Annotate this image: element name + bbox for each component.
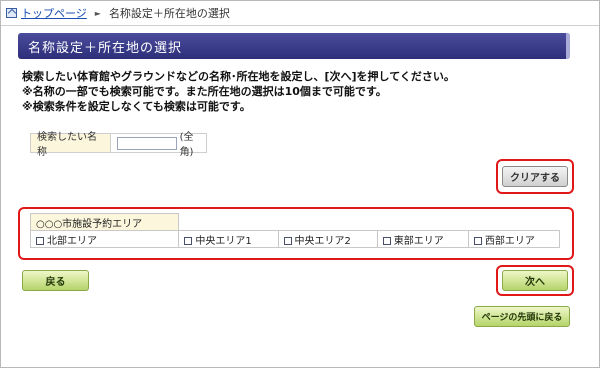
title-accent: [566, 33, 570, 59]
back-to-top-button[interactable]: ページの先頭に戻る: [474, 306, 570, 327]
area-option[interactable]: 東部エリア: [376, 230, 469, 248]
instruction-line: ※検索条件を設定しなくても検索は可能です。: [22, 100, 251, 113]
instruction-line: 検索したい体育館やグラウンドなどの名称･所在地を設定し、[次へ]を押してください…: [22, 70, 455, 83]
search-hint: (全角): [179, 132, 194, 158]
clear-button[interactable]: クリアする: [502, 166, 568, 187]
next-button[interactable]: 次へ: [502, 270, 568, 291]
area-option-label: 中央エリア2: [294, 235, 351, 247]
checkbox[interactable]: [382, 236, 391, 245]
breadcrumb-home-link[interactable]: トップページ: [21, 5, 87, 21]
area-header: ○○○市施設予約エリア: [29, 213, 180, 231]
page-title: 名称設定＋所在地の選択: [28, 40, 183, 56]
back-button[interactable]: 戻る: [22, 270, 89, 291]
checkbox[interactable]: [36, 236, 44, 245]
instructions: 検索したい体育館やグラウンドなどの名称･所在地を設定し、[次へ]を押してください…: [22, 69, 455, 114]
area-option-label: 中央エリア1: [195, 235, 252, 247]
checkbox[interactable]: [184, 236, 193, 245]
area-table: ○○○市施設予約エリア 北部エリア 中央エリア1 中央エリア2 東部エリア 西部…: [29, 213, 561, 248]
home-icon: [6, 8, 17, 18]
area-option[interactable]: 北部エリア: [29, 230, 180, 248]
instruction-line: ※名称の一部でも検索可能です。また所在地の選択は10個まで可能です。: [22, 85, 387, 98]
search-label: 検索したい名称: [31, 132, 111, 158]
area-option-label: 北部エリア: [47, 235, 97, 247]
area-option[interactable]: 中央エリア2: [277, 230, 378, 248]
area-option[interactable]: 中央エリア1: [178, 230, 279, 248]
checkbox[interactable]: [473, 236, 482, 245]
checkbox[interactable]: [283, 236, 292, 245]
breadcrumb-separator: ►: [94, 8, 101, 18]
search-row: 検索したい名称 (全角): [30, 132, 207, 158]
breadcrumb-current: 名称設定＋所在地の選択: [108, 7, 230, 20]
area-option-label: 西部エリア: [484, 235, 535, 247]
page-title-bar: 名称設定＋所在地の選択: [18, 33, 570, 59]
search-input[interactable]: [116, 136, 177, 150]
divider: [1, 25, 599, 26]
breadcrumb: トップページ ► 名称設定＋所在地の選択: [6, 5, 230, 21]
area-option[interactable]: 西部エリア: [467, 230, 561, 248]
area-option-label: 東部エリア: [393, 235, 444, 247]
